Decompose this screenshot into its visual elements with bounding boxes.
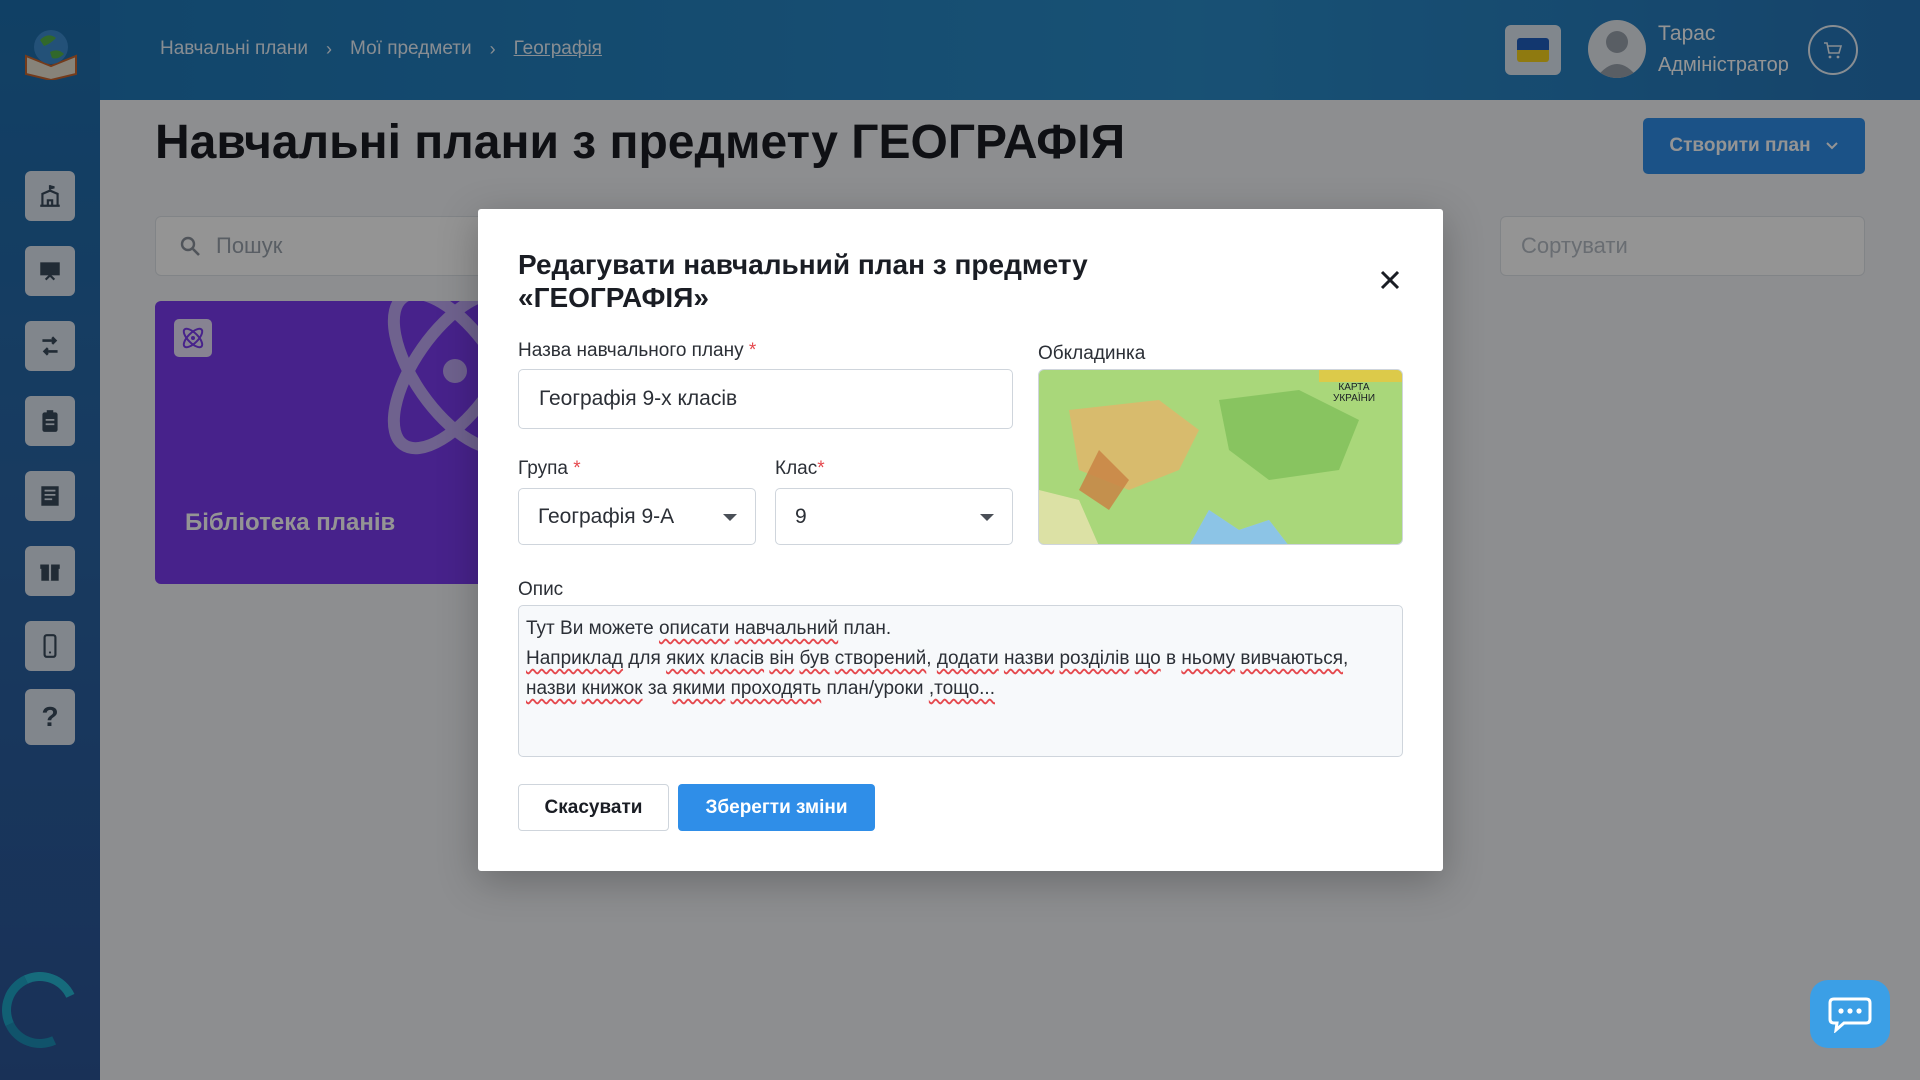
class-value: 9 xyxy=(795,504,807,528)
plan-name-label-text: Назва навчального плану xyxy=(518,340,744,361)
required-mark: * xyxy=(573,458,581,479)
modal-title: Редагувати навчальний план з предмету «Г… xyxy=(518,249,1088,313)
group-label-text: Група xyxy=(518,458,568,479)
caret-down-icon xyxy=(980,513,994,521)
save-button[interactable]: Зберегти зміни xyxy=(678,784,875,831)
class-label: Клас* xyxy=(775,458,825,480)
edit-plan-modal: Редагувати навчальний план з предмету «Г… xyxy=(478,209,1443,871)
description-line: Наприклад для яких класів він був створе… xyxy=(526,648,1349,669)
close-icon[interactable] xyxy=(1376,266,1404,294)
plan-name-field[interactable]: Географія 9-х класів xyxy=(518,369,1013,429)
group-select[interactable]: Географія 9-А xyxy=(518,488,756,545)
required-mark: * xyxy=(748,340,757,361)
group-value: Географія 9-А xyxy=(538,504,675,528)
cover-text-map: КАРТА xyxy=(1338,382,1369,393)
group-label: Група * xyxy=(518,458,581,480)
plan-name-label: Назва навчального плану * xyxy=(518,340,756,362)
description-textarea[interactable]: Тут Ви можете описати навчальний план. Н… xyxy=(518,605,1403,757)
ukraine-map-image: КАРТА УКРАЇНИ xyxy=(1039,370,1402,544)
caret-down-icon xyxy=(723,513,737,521)
description-line: Тут Ви можете описати навчальний план. xyxy=(526,618,892,639)
cover-label: Обкладинка xyxy=(1038,343,1146,364)
cover-text-ukraine: УКРАЇНИ xyxy=(1333,392,1375,404)
description-line: назви книжок за якими проходять план/уро… xyxy=(526,678,995,699)
plan-name-value: Географія 9-х класів xyxy=(539,387,738,410)
description-label: Опис xyxy=(518,579,564,600)
cover-image[interactable]: КАРТА УКРАЇНИ xyxy=(1038,369,1403,545)
class-select[interactable]: 9 xyxy=(775,488,1013,545)
cancel-button[interactable]: Скасувати xyxy=(518,784,669,831)
chat-icon xyxy=(1828,997,1872,1033)
class-label-text: Клас xyxy=(775,458,818,479)
required-mark: * xyxy=(817,458,825,479)
chat-button[interactable] xyxy=(1810,980,1890,1048)
